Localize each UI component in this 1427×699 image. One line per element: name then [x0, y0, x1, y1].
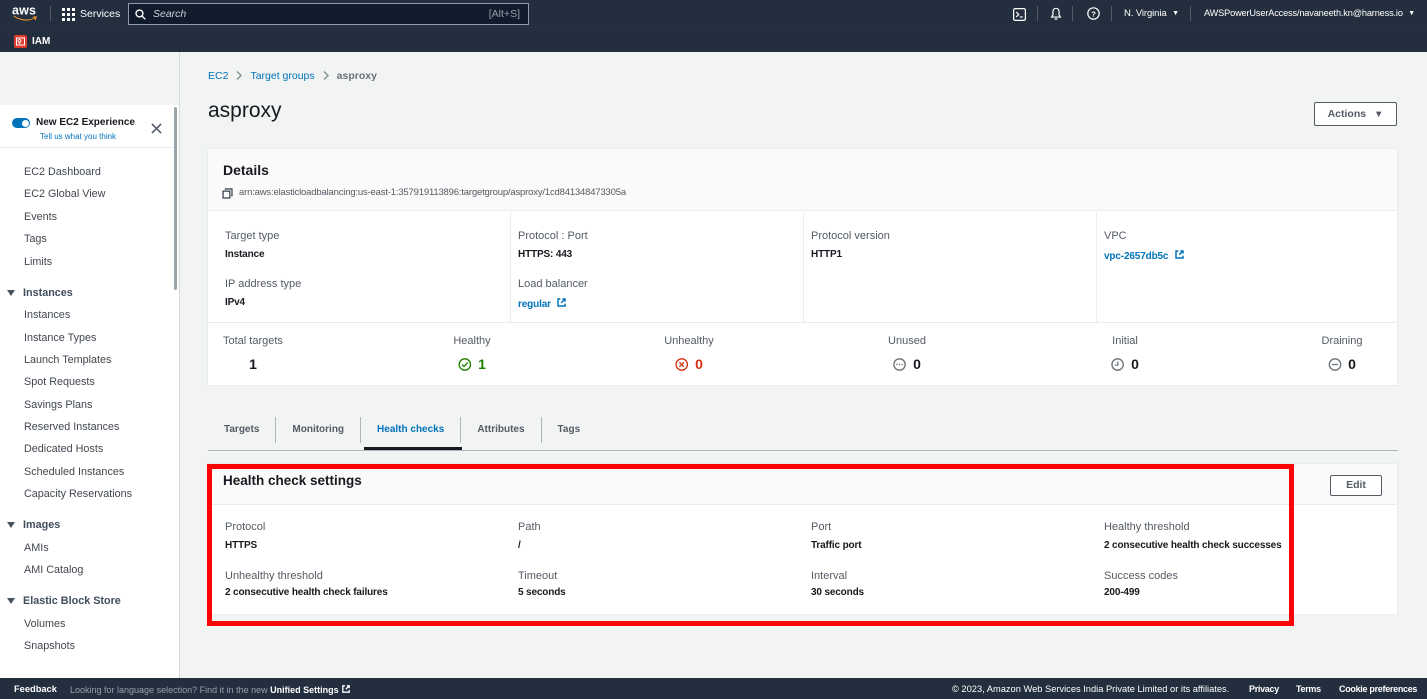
svg-text:?: ?: [1091, 9, 1096, 18]
svg-text:aws: aws: [12, 5, 36, 18]
